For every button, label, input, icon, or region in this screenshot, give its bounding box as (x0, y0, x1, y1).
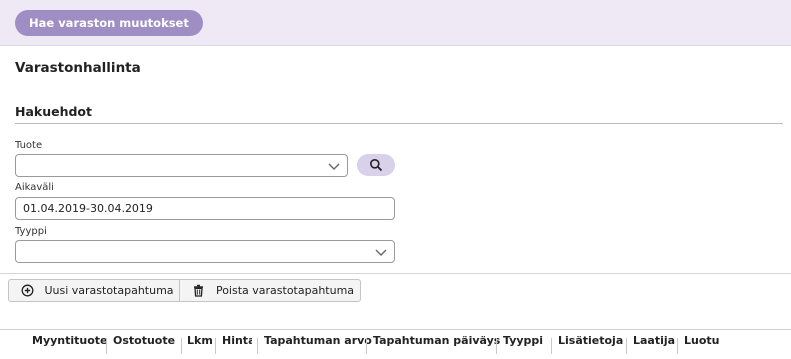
column-header-details[interactable]: Lisätietoja (558, 330, 623, 354)
column-separator (677, 338, 678, 354)
column-separator (626, 338, 627, 354)
delete-stock-transaction-button[interactable]: Poista varastotapahtuma (179, 279, 361, 302)
column-header-price[interactable]: Hinta (222, 330, 252, 354)
toolbar-divider (0, 273, 791, 274)
product-select[interactable] (15, 154, 348, 177)
top-action-bar: Hae varaston muutokset (0, 0, 791, 46)
period-label: Aikaväli (15, 182, 54, 193)
column-header-transaction-date[interactable]: Tapahtuman päiväys (373, 330, 500, 354)
product-label: Tuote (15, 140, 43, 151)
product-search-button[interactable] (357, 154, 395, 176)
search-criteria-title: Hakuehdot (15, 104, 92, 119)
column-separator (181, 338, 182, 354)
transactions-grid-header: Myyntituote Ostotuote Lkm Hinta Tapahtum… (0, 329, 791, 359)
column-header-sales-product[interactable]: Myyntituote (32, 330, 108, 354)
column-separator (366, 338, 367, 354)
period-input[interactable]: 01.04.2019-30.04.2019 (15, 197, 395, 220)
column-separator (106, 338, 107, 354)
chevron-down-icon (375, 249, 387, 256)
column-header-author[interactable]: Laatija (633, 330, 675, 354)
new-stock-transaction-button[interactable]: Uusi varastotapahtuma (8, 279, 180, 302)
chevron-down-icon (328, 163, 340, 170)
plus-circle-icon (21, 284, 34, 297)
column-header-purchase-product[interactable]: Ostotuote (113, 330, 175, 354)
new-stock-transaction-label: Uusi varastotapahtuma (44, 284, 174, 297)
search-icon (370, 159, 383, 172)
column-separator (215, 338, 216, 354)
column-header-created[interactable]: Luotu (684, 330, 720, 354)
column-header-quantity[interactable]: Lkm (187, 330, 213, 354)
type-select[interactable] (15, 240, 395, 263)
column-separator (496, 338, 497, 354)
delete-stock-transaction-label: Poista varastotapahtuma (215, 284, 355, 297)
type-label: Tyyppi (15, 226, 47, 237)
page-title: Varastonhallinta (15, 60, 141, 76)
fetch-stock-changes-button[interactable]: Hae varaston muutokset (15, 10, 203, 36)
column-header-transaction-value[interactable]: Tapahtuman arvo (264, 330, 372, 354)
section-divider (15, 123, 783, 124)
column-separator (257, 338, 258, 354)
column-separator (551, 338, 552, 354)
trash-icon (194, 284, 203, 297)
column-header-type[interactable]: Tyyppi (503, 330, 543, 354)
